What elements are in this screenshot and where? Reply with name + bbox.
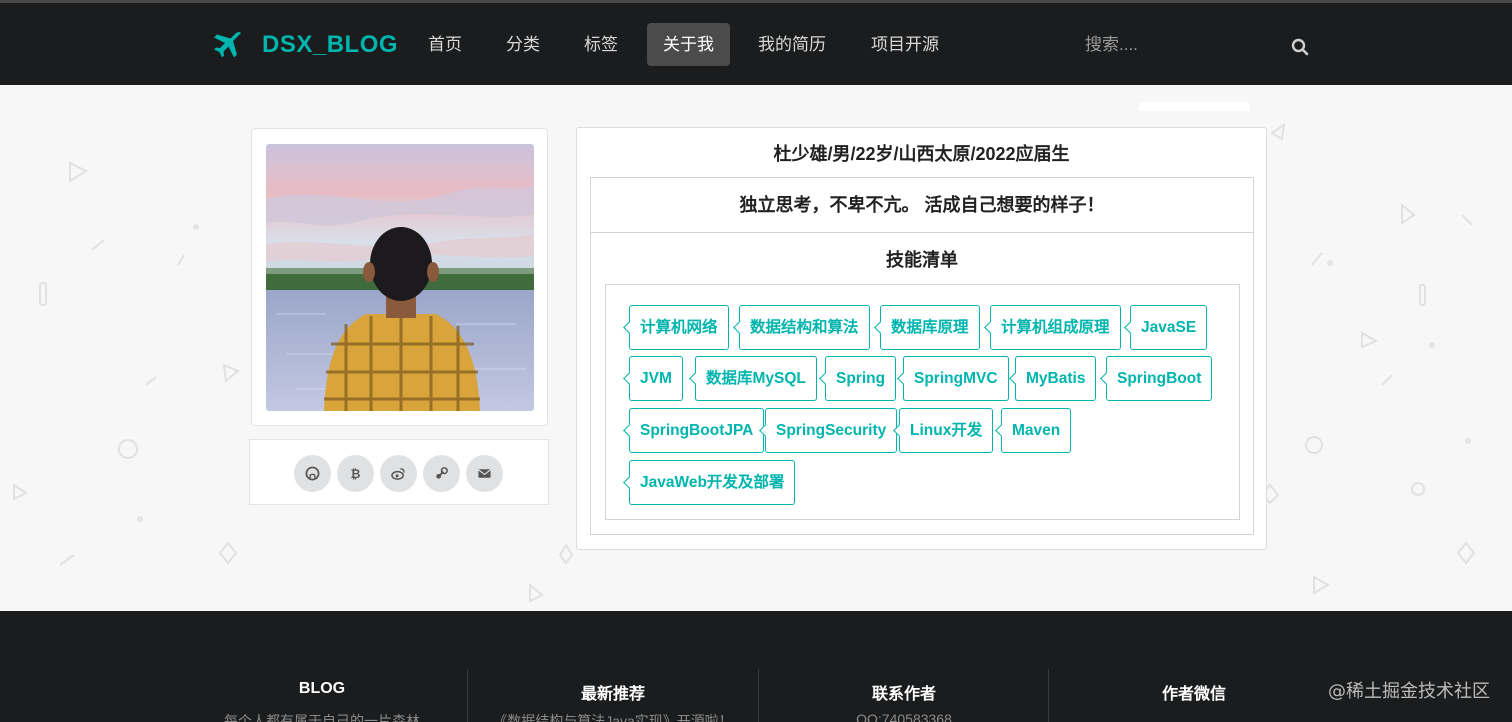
skill-tag[interactable]: 数据库MySQL xyxy=(695,356,817,401)
weibo-button[interactable] xyxy=(380,455,417,492)
nav-item-about[interactable]: 关于我 xyxy=(647,23,730,66)
skill-tag[interactable]: 数据库原理 xyxy=(880,305,980,350)
footer-divider xyxy=(758,669,759,722)
weibo-icon xyxy=(391,468,405,480)
profile-photo-image xyxy=(266,144,534,411)
profile-title: 杜少雄/男/22岁/山西太原/2022应届生 xyxy=(773,144,1070,164)
search-input[interactable] xyxy=(1073,25,1313,65)
watermark: @稀土掘金技术社区 xyxy=(1328,681,1490,702)
brand-name: DSX_BLOG xyxy=(262,31,399,58)
about-info-card: 杜少雄/男/22岁/山西太原/2022应届生 独立思考，不卑不亢。 活成自己想要… xyxy=(576,127,1267,550)
social-links-card: ₿ xyxy=(249,439,549,505)
bitcoin-button[interactable]: ₿ xyxy=(337,455,374,492)
skill-tag[interactable]: JVM xyxy=(629,356,683,401)
skill-tag[interactable]: Linux开发 xyxy=(899,408,994,453)
svg-text:₿: ₿ xyxy=(351,467,361,481)
footer-divider xyxy=(1048,669,1049,722)
about-inner-box: 独立思考，不卑不亢。 活成自己想要的样子！ 技能清单 计算机网络 数据结构和算法… xyxy=(590,177,1254,535)
skill-tag[interactable]: SpringMVC xyxy=(903,356,1009,401)
plane-icon xyxy=(214,32,241,58)
skills-list: 计算机网络 数据结构和算法 数据库原理 计算机组成原理 JavaSE JVM 数… xyxy=(605,284,1240,520)
footer-contact-head: 联系作者 xyxy=(871,686,936,703)
skills-title: 技能清单 xyxy=(886,250,958,270)
skill-tag[interactable]: JavaWeb开发及部署 xyxy=(629,460,796,505)
footer-recommend-link[interactable]: 《数据结构与算法Java实现》开源啦！ xyxy=(476,711,750,722)
steam-button[interactable] xyxy=(423,455,460,492)
footer-divider xyxy=(467,669,468,722)
steam-icon xyxy=(436,467,448,479)
skill-tag[interactable]: MyBatis xyxy=(1015,356,1097,401)
skill-tag[interactable]: Maven xyxy=(1001,408,1072,453)
profile-photo xyxy=(266,144,534,411)
top-navbar: DSX_BLOG 首页 分类 标签 关于我 我的简历 项目开源 xyxy=(0,3,1512,85)
mail-button[interactable] xyxy=(466,455,503,492)
github-button[interactable] xyxy=(294,455,331,492)
nav-item-home[interactable]: 首页 xyxy=(412,23,478,66)
brand[interactable]: DSX_BLOG xyxy=(212,27,398,63)
footer-recommend-head: 最新推荐 xyxy=(580,686,645,703)
wechat-qr-code xyxy=(1139,102,1250,111)
avatar-card xyxy=(251,128,548,426)
skill-tag[interactable]: 数据结构和算法 xyxy=(739,305,870,350)
skill-tag[interactable]: 计算机网络 xyxy=(629,305,729,350)
nav-item-open-source[interactable]: 项目开源 xyxy=(855,23,955,66)
footer-blog-text: 每个人都有属于自己的一片森林 xyxy=(224,713,420,722)
footer-wechat-head: 作者微信 xyxy=(1161,686,1226,703)
footer-blog-head: BLOG xyxy=(298,680,346,697)
mail-icon xyxy=(478,469,491,478)
bitcoin-icon: ₿ xyxy=(351,467,361,481)
motto: 独立思考，不卑不亢。 活成自己想要的样子！ xyxy=(591,178,1253,233)
skill-tag[interactable]: SpringSecurity xyxy=(765,408,898,453)
nav-item-categories[interactable]: 分类 xyxy=(490,23,556,66)
footer: BLOG 每个人都有属于自己的一片森林 最新推荐 《数据结构与算法Java实现》… xyxy=(0,611,1512,722)
nav-item-tags[interactable]: 标签 xyxy=(568,23,634,66)
skill-tag[interactable]: JavaSE xyxy=(1130,305,1208,350)
github-icon xyxy=(305,466,320,481)
skill-tag[interactable]: SpringBoot xyxy=(1106,356,1213,401)
skill-tag[interactable]: SpringBootJPA xyxy=(629,408,765,453)
nav-item-resume[interactable]: 我的简历 xyxy=(742,23,842,66)
skill-tag[interactable]: 计算机组成原理 xyxy=(990,305,1121,350)
footer-contact-qq: QQ:740583368 xyxy=(856,711,952,722)
search-icon[interactable] xyxy=(1291,38,1309,56)
skill-tag[interactable]: Spring xyxy=(825,356,897,401)
